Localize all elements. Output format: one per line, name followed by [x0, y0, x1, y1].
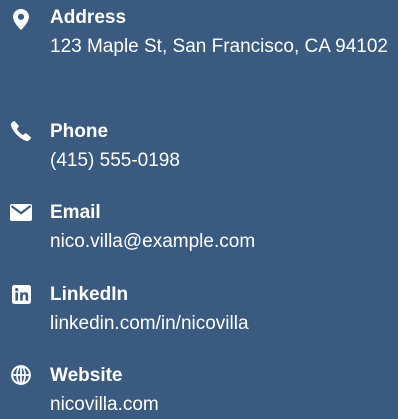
globe-icon: [10, 364, 32, 386]
linkedin-link[interactable]: linkedin.com/in/nicovilla: [50, 311, 390, 337]
website-link[interactable]: nicovilla.com: [50, 392, 390, 418]
address-label: Address: [50, 7, 127, 28]
linkedin-label: LinkedIn: [50, 284, 129, 305]
email-label: Email: [50, 202, 101, 223]
map-marker-icon: [10, 8, 32, 30]
contact-panel: Address 123 Maple St, San Francisco, CA …: [0, 0, 398, 419]
email-link[interactable]: nico.villa@example.com: [50, 229, 390, 255]
phone-label: Phone: [50, 121, 109, 142]
envelope-icon: [10, 201, 32, 223]
linkedin-icon: [10, 283, 32, 305]
phone-link[interactable]: (415) 555-0198: [50, 148, 390, 174]
phone-icon: [10, 120, 32, 142]
address-value: 123 Maple St, San Francisco, CA 94102: [50, 36, 388, 57]
website-label: Website: [50, 365, 123, 386]
